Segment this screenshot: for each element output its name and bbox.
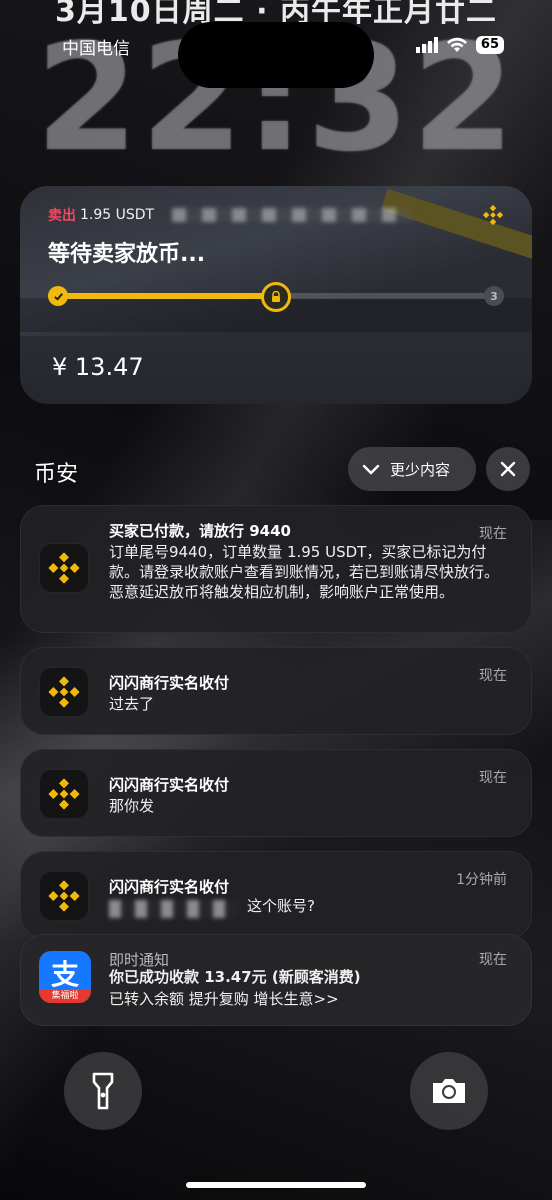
binance-logo-icon <box>482 204 504 226</box>
notification-body: 你已成功收款 13.47元 (新顾客消费) <box>109 968 361 986</box>
carrier-label: 中国电信 <box>62 39 130 59</box>
battery-indicator: 65 <box>475 36 504 54</box>
alipay-glyph: 支 <box>50 958 79 991</box>
alipay-notification-card[interactable]: 支 集福啦 即时通知 你已成功收款 13.47元 (新顾客消费) 已转入余额 提… <box>20 934 532 1026</box>
close-icon <box>500 461 516 477</box>
notification-time: 现在 <box>479 770 507 786</box>
binance-app-icon <box>39 769 89 819</box>
binance-app-icon <box>39 543 89 593</box>
notification-card[interactable]: 闪闪商行实名收付 这个账号? 1分钟前 <box>20 851 532 939</box>
notification-card[interactable]: 买家已付款，请放行 9440 订单尾号9440，订单数量 1.95 USDT，买… <box>20 505 532 633</box>
notification-time: 1分钟前 <box>456 872 507 888</box>
binance-app-icon <box>39 871 89 921</box>
notification-card[interactable]: 闪闪商行实名收付 过去了 现在 <box>20 647 532 735</box>
notification-body: 这个账号? <box>247 897 315 915</box>
notification-time: 现在 <box>479 952 507 968</box>
notification-body: 订单尾号9440，订单数量 1.95 USDT，买家已标记为付款。请登录收款账户… <box>109 543 500 601</box>
alipay-icon-band: 集福啦 <box>39 989 91 1003</box>
home-indicator[interactable] <box>186 1182 366 1188</box>
status-icons: 65 <box>415 36 504 54</box>
notification-time: 现在 <box>479 668 507 684</box>
notification-title: 闪闪商行实名收付 <box>109 776 230 794</box>
redacted-account <box>109 900 239 918</box>
order-amount: 1.95 USDT <box>80 207 155 223</box>
step-pending: 3 <box>484 286 504 306</box>
notification-time: 现在 <box>479 526 507 542</box>
redacted-buyer-info <box>172 208 412 222</box>
clear-group-button[interactable] <box>486 447 530 491</box>
signal-icon <box>415 37 438 53</box>
notification-title: 闪闪商行实名收付 <box>109 878 230 896</box>
order-status-title: 等待卖家放币... <box>48 242 206 267</box>
flashlight-button[interactable] <box>64 1052 142 1130</box>
camera-button[interactable] <box>410 1052 488 1130</box>
step-done-icon <box>48 286 68 306</box>
order-progress-fill <box>48 293 281 299</box>
order-price: ¥ 13.47 <box>52 353 144 381</box>
notification-title: 买家已付款，请放行 9440 <box>109 522 291 540</box>
status-bar: 中国电信 65 <box>0 34 552 59</box>
notification-card[interactable]: 闪闪商行实名收付 那你发 现在 <box>20 749 532 837</box>
sell-tag: 卖出 <box>48 208 76 224</box>
show-less-button[interactable]: 更少内容 <box>348 447 476 491</box>
camera-icon <box>433 1079 465 1103</box>
step-current-indicator <box>261 282 291 312</box>
binance-app-icon <box>39 667 89 717</box>
wifi-icon <box>446 37 467 52</box>
lock-step-icon <box>272 291 280 302</box>
notification-body: 那你发 <box>109 797 155 815</box>
notification-title: 闪闪商行实名收付 <box>109 674 230 692</box>
chevron-down-icon <box>362 464 380 475</box>
flashlight-icon <box>92 1072 114 1110</box>
notification-subtext: 已转入余额 提升复购 增长生意>> <box>109 990 339 1008</box>
show-less-label: 更少内容 <box>390 460 451 479</box>
notification-body: 过去了 <box>109 695 155 713</box>
order-header: 卖出 1.95 USDT <box>48 205 154 225</box>
notification-group-title: 币安 <box>34 462 79 487</box>
alipay-app-icon: 支 集福啦 <box>39 951 91 1003</box>
